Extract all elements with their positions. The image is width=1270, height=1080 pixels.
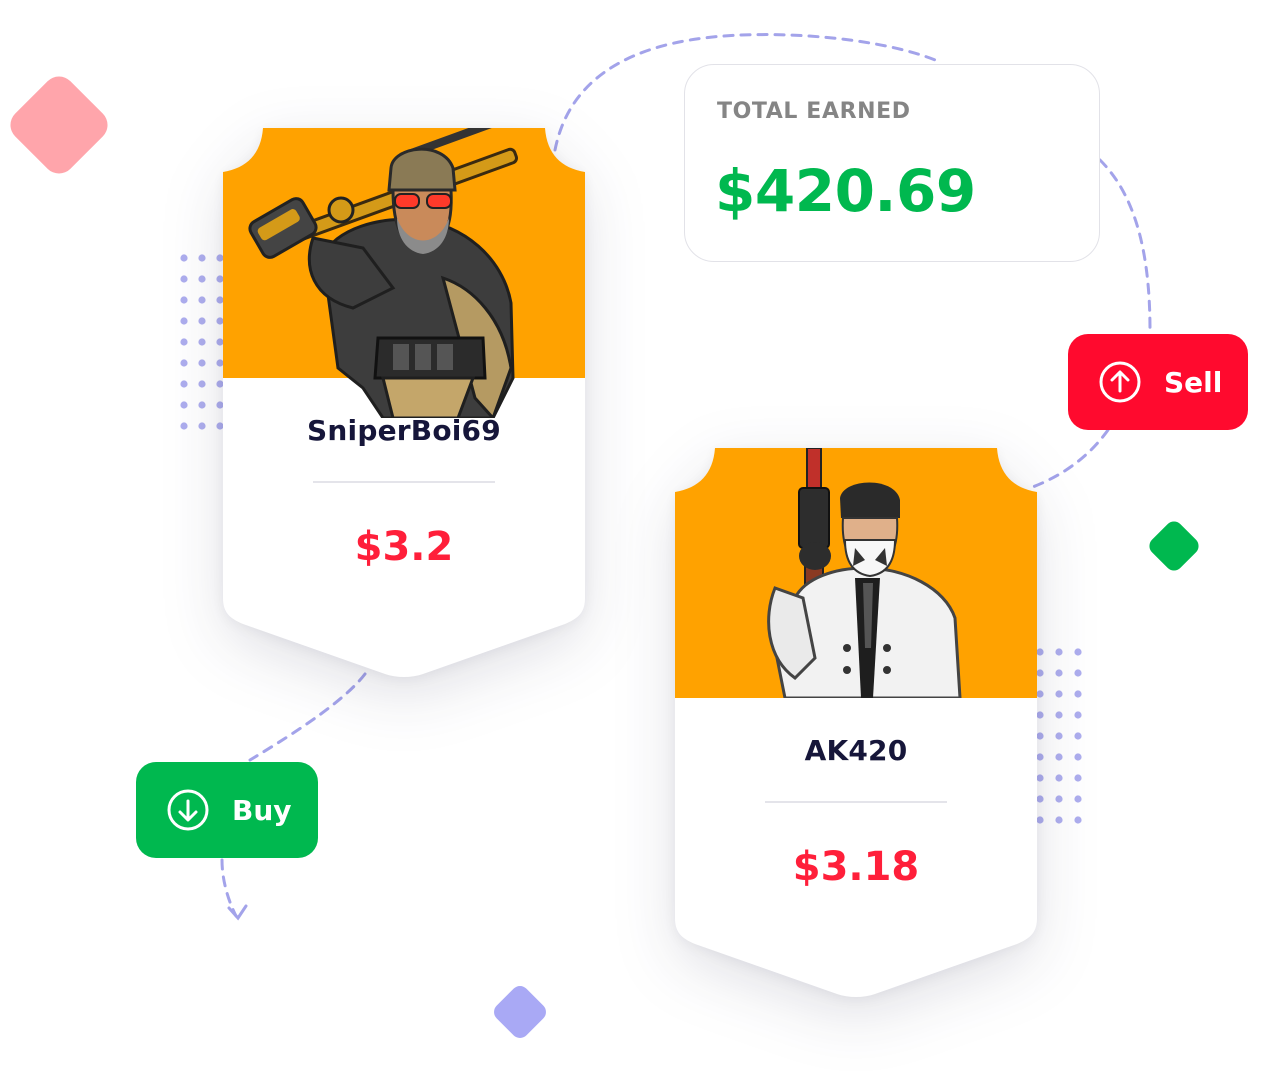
player-card-sniperboi69[interactable]: SniperBoi69 $3.2 (223, 128, 585, 680)
card-name: SniperBoi69 (307, 414, 501, 447)
dot-grid-right (1036, 648, 1082, 824)
buy-button-label: Buy (232, 793, 292, 827)
card-divider (313, 481, 495, 483)
marketplace-illustration: SniperBoi69 $3.2 AK420 $3.18 TOTAL EARNE… (0, 0, 1270, 1080)
player-card-ak420[interactable]: AK420 $3.18 (675, 448, 1037, 1000)
card-name: AK420 (804, 734, 908, 767)
card-divider (765, 801, 947, 803)
sell-button-label: Sell (1164, 365, 1223, 399)
ak-character-icon (767, 448, 962, 698)
total-earned-panel: TOTAL EARNED $420.69 (684, 64, 1100, 262)
arrow-up-circle-icon (1099, 361, 1141, 403)
total-earned-label: TOTAL EARNED (717, 99, 911, 124)
sniper-character-icon (248, 128, 518, 418)
buy-button[interactable]: Buy (136, 762, 318, 858)
card-price: $3.2 (354, 524, 454, 570)
arrow-down-circle-icon (167, 789, 209, 831)
sell-button[interactable]: Sell (1068, 334, 1248, 430)
dot-grid-left (180, 254, 224, 430)
total-earned-value: $420.69 (715, 157, 976, 225)
card-price: $3.18 (792, 844, 920, 890)
